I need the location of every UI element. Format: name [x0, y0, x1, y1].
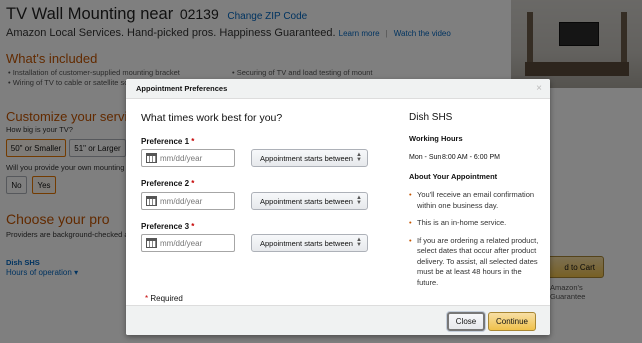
select-arrows-icon: ▲ ▼ — [356, 195, 362, 206]
working-times: 8:00 AM - 6:00 PM — [442, 154, 500, 161]
pro-info-panel: Dish SHS Working Hours Mon - Sun 8:00 AM… — [409, 112, 544, 295]
times-question: What times work best for you? — [141, 112, 283, 124]
preference-1-label: Preference 1 * — [141, 137, 195, 146]
preference-3-row: Appointment starts between ▲▼ — [141, 234, 368, 252]
calendar-icon — [146, 238, 157, 248]
continue-button[interactable]: Continue — [488, 312, 536, 331]
preference-3-label: Preference 3 * — [141, 222, 195, 231]
list-item: This is an in-home service. — [409, 218, 544, 229]
appointment-preferences-dialog: Appointment Preferences × What times wor… — [126, 79, 550, 335]
calendar-icon — [146, 153, 157, 163]
preference-1-row: Appointment starts between ▲▼ — [141, 149, 368, 167]
preference-3-time-select[interactable]: Appointment starts between ▲ ▼ — [251, 234, 368, 252]
about-appointment-heading: About Your Appointment — [409, 172, 498, 181]
preference-2-time-select[interactable]: Appointment starts between ▲ ▼ — [251, 192, 368, 210]
pro-name: Dish SHS — [409, 112, 453, 123]
working-hours-heading: Working Hours — [409, 134, 463, 143]
required-note: * Required — [145, 294, 183, 303]
preference-2-date-input[interactable] — [160, 196, 230, 206]
dialog-title: Appointment Preferences — [136, 84, 228, 93]
preference-3-date-field[interactable] — [141, 234, 235, 252]
close-button[interactable]: Close — [447, 312, 485, 331]
select-arrows-icon: ▲ ▼ — [356, 152, 362, 163]
preference-2-label: Preference 2 * — [141, 179, 195, 188]
preference-2-row: Appointment starts between ▲▼ — [141, 192, 368, 210]
list-item: You'll receive an email confirmation wit… — [409, 190, 544, 211]
working-hours-row: Mon - Sun 8:00 AM - 6:00 PM — [409, 154, 544, 161]
dialog-footer: Close Continue — [126, 305, 550, 335]
select-arrows-icon: ▲ ▼ — [356, 237, 362, 248]
working-days: Mon - Sun — [409, 154, 442, 161]
preference-1-time-select[interactable]: Appointment starts between ▲ ▼ — [251, 149, 368, 167]
preference-2-date-field[interactable] — [141, 192, 235, 210]
preferences-panel: What times work best for you? Preference… — [141, 112, 376, 252]
about-appointment-list: You'll receive an email confirmation wit… — [409, 190, 544, 288]
list-item: If you are ordering a related product, s… — [409, 236, 544, 289]
preference-1-date-field[interactable] — [141, 149, 235, 167]
close-icon[interactable]: × — [536, 83, 542, 94]
preference-1-date-input[interactable] — [160, 153, 230, 163]
calendar-icon — [146, 196, 157, 206]
preference-3-date-input[interactable] — [160, 238, 230, 248]
dialog-header: Appointment Preferences × — [126, 79, 550, 99]
